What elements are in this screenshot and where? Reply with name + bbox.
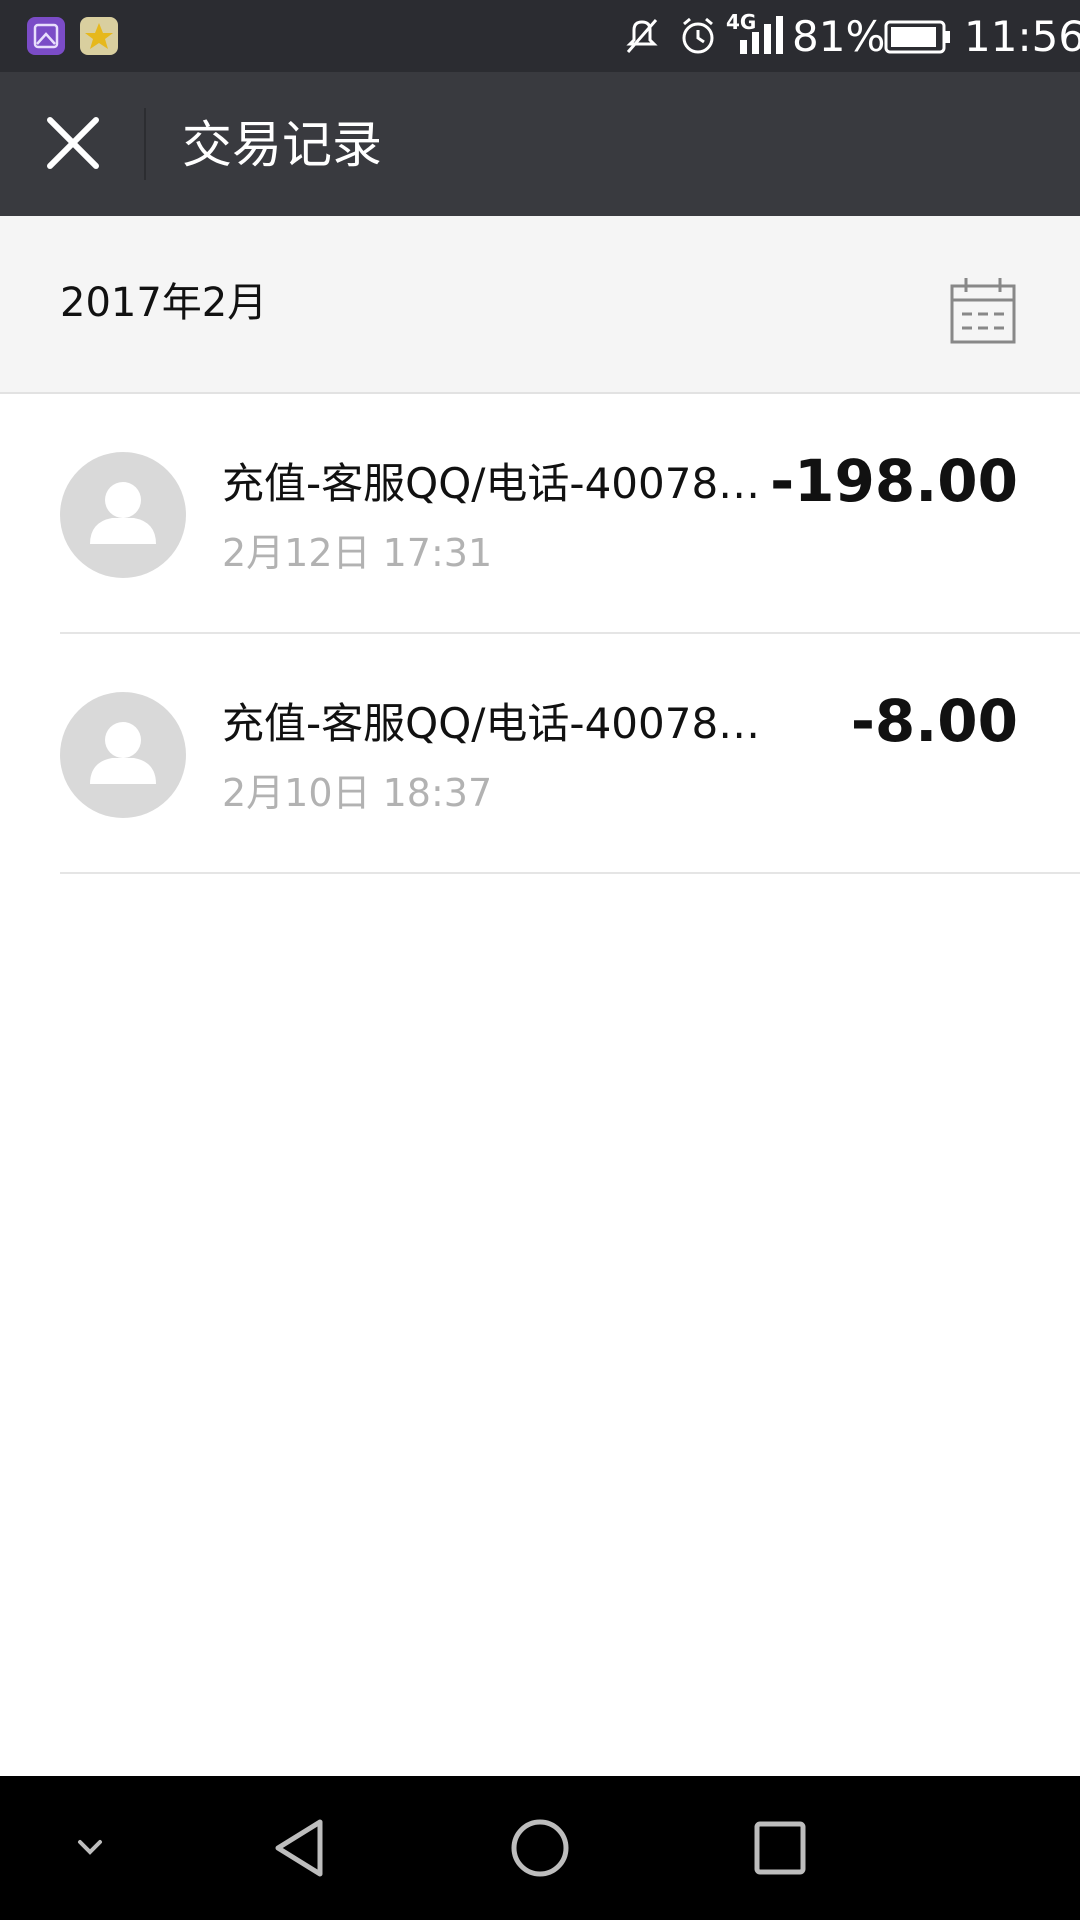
transaction-amount: -8.00 [850,687,1018,755]
status-bar: 4G 81% 11:56 [0,0,1080,72]
battery-icon [884,20,950,54]
transaction-amount: -198.00 [770,447,1018,515]
transaction-time: 2月10日 18:37 [222,771,493,815]
transaction-row[interactable]: 充值-客服QQ/电话-40078… 2月10日 18:37 -8.00 [0,634,1080,874]
title-bar: 交易记录 [0,72,1080,216]
transaction-time: 2月12日 17:31 [222,531,493,575]
title-divider [144,108,146,180]
month-header: 2017年2月 [0,216,1080,394]
close-button[interactable] [38,114,108,176]
calendar-icon [950,278,1016,344]
transaction-row[interactable]: 充值-客服QQ/电话-40078… 2月12日 17:31 -198.00 [0,394,1080,634]
calendar-button[interactable] [946,276,1020,348]
chevron-down-icon[interactable] [70,1812,110,1884]
home-circle-icon[interactable] [508,1812,572,1884]
month-label: 2017年2月 [60,280,268,326]
page-title: 交易记录 [182,116,382,174]
battery-percent: 81% [792,12,886,61]
clock: 11:56 [964,12,1080,61]
transaction-title: 充值-客服QQ/电话-40078… [222,459,761,508]
close-icon [47,117,99,169]
person-icon [90,722,156,784]
person-icon [90,482,156,544]
row-divider [60,872,1080,874]
gallery-app-icon [27,17,65,55]
recent-square-icon[interactable] [752,1812,808,1884]
back-triangle-icon[interactable] [270,1812,330,1884]
avatar [60,452,186,578]
signal-icon [740,16,783,54]
avatar [60,692,186,818]
mute-icon [626,19,658,53]
transaction-title: 充值-客服QQ/电话-40078… [222,699,761,748]
navigation-bar [0,1776,1080,1920]
alarm-icon [682,17,714,54]
star-app-icon [80,17,118,55]
